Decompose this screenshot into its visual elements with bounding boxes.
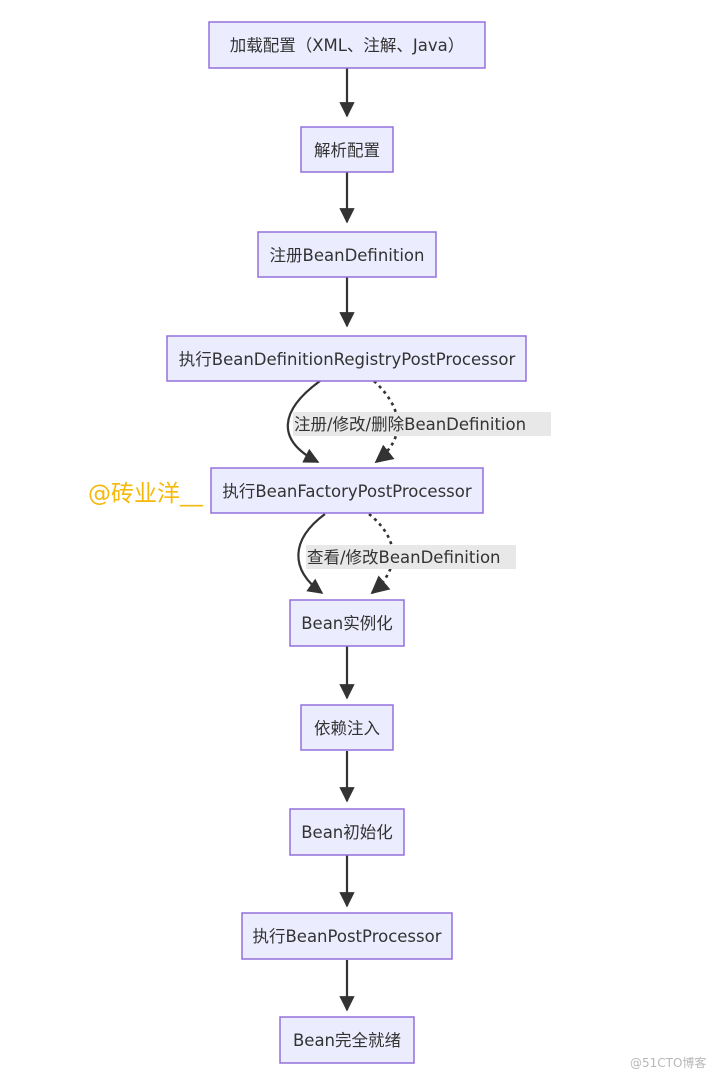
- site-watermark: @51CTO博客: [630, 1055, 706, 1070]
- node-label: 执行BeanFactoryPostProcessor: [222, 482, 472, 501]
- node-bean-instantiation: Bean实例化: [289, 599, 405, 647]
- node-label: Bean初始化: [301, 823, 393, 842]
- edge-label-bdrpp-bfpp: 注册/修改/删除BeanDefinition: [294, 415, 526, 434]
- node-bfpp: 执行BeanFactoryPostProcessor: [210, 467, 484, 514]
- edges-layer: 注册/修改/删除BeanDefinition 查看/修改BeanDefiniti…: [286, 68, 551, 1012]
- flowchart-diagram: 注册/修改/删除BeanDefinition 查看/修改BeanDefiniti…: [88, 21, 706, 1070]
- node-dependency-injection: 依赖注入: [300, 704, 394, 751]
- node-bdrpp: 执行BeanDefinitionRegistryPostProcessor: [166, 335, 527, 382]
- node-label: 解析配置: [314, 141, 380, 160]
- edge-label-bfpp-instantiate: 查看/修改BeanDefinition: [307, 548, 501, 567]
- node-load-config: 加载配置（XML、注解、Java）: [208, 21, 486, 69]
- node-label: 依赖注入: [314, 719, 380, 738]
- node-parse-config: 解析配置: [300, 126, 394, 173]
- node-bpp: 执行BeanPostProcessor: [241, 912, 453, 960]
- node-bean-ready: Bean完全就绪: [279, 1016, 415, 1064]
- node-label: Bean实例化: [301, 614, 393, 633]
- author-watermark: @砖业洋__: [88, 481, 204, 507]
- node-label: 执行BeanPostProcessor: [252, 927, 441, 946]
- node-label: 注册BeanDefinition: [270, 246, 425, 265]
- node-label: 加载配置（XML、注解、Java）: [230, 36, 465, 55]
- node-label: 执行BeanDefinitionRegistryPostProcessor: [179, 350, 516, 369]
- node-label: Bean完全就绪: [293, 1031, 401, 1050]
- node-bean-init: Bean初始化: [289, 808, 405, 856]
- node-register-beandefinition: 注册BeanDefinition: [257, 231, 437, 278]
